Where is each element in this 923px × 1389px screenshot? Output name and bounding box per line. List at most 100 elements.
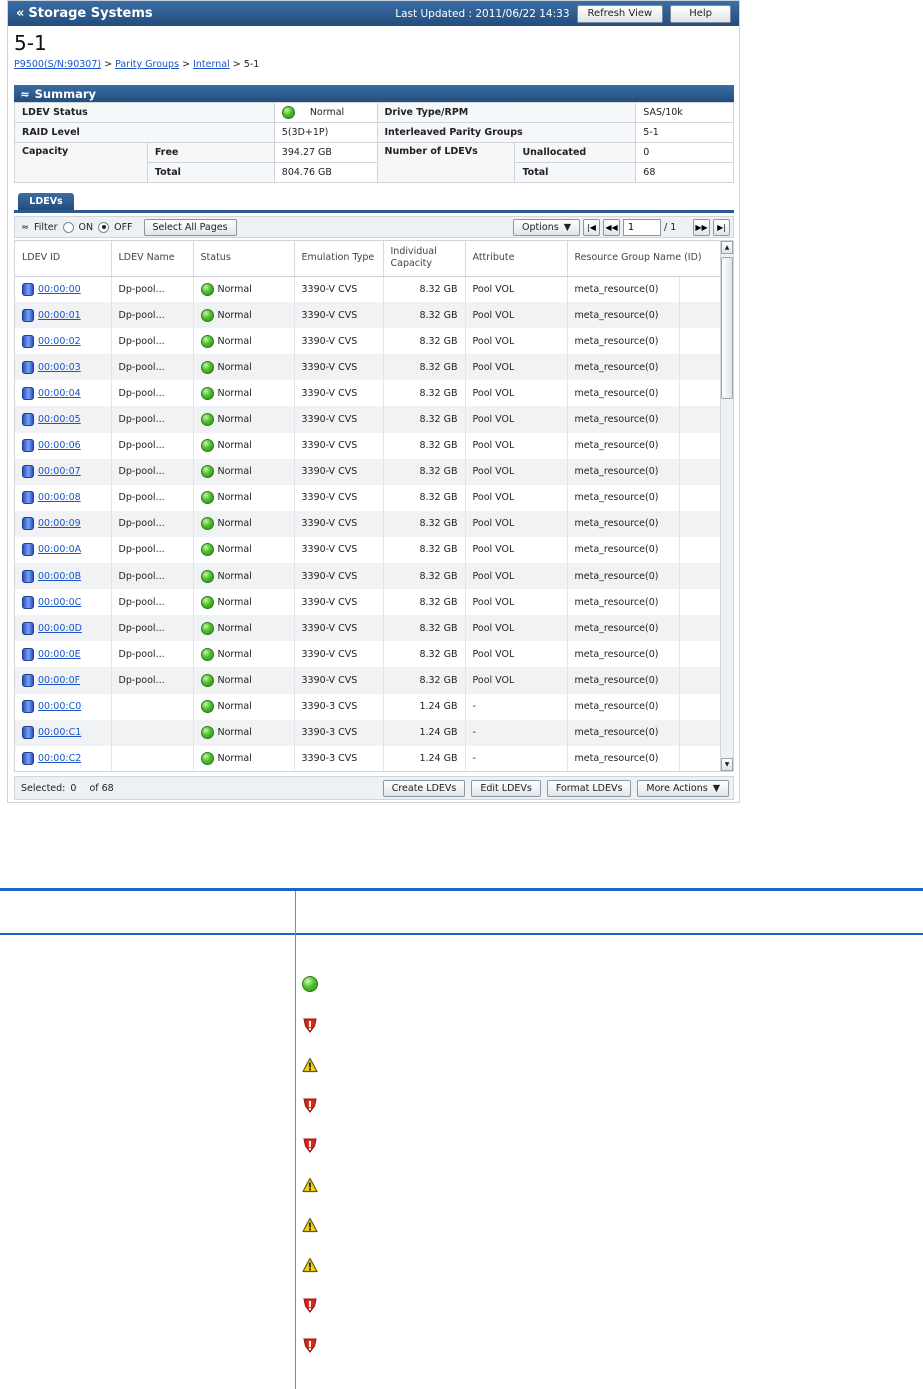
filter-toggle-icon[interactable]: ≈ — [21, 222, 29, 233]
table-row[interactable]: 00:00:0B Dp-pool... Normal 3390-V CVS 8.32 G… — [15, 563, 722, 590]
table-row[interactable]: 00:00:0D Dp-pool... Normal 3390-V CVS 8.32 G… — [15, 615, 722, 642]
more-actions-button[interactable]: More Actions ▼ — [637, 779, 729, 797]
edit-ldevs-button[interactable]: Edit LDEVs — [471, 779, 541, 797]
status-icon-table — [0, 888, 923, 1389]
storage-systems-link[interactable]: « Storage Systems — [16, 6, 153, 21]
ldev-id-link[interactable]: 00:00:0C — [38, 597, 81, 608]
previous-page-icon[interactable]: ◀◀ — [603, 218, 620, 236]
column-header-attribute[interactable]: Attribute — [465, 241, 568, 277]
ldev-id-link[interactable]: 00:00:08 — [38, 492, 81, 503]
storage-navigator-window: « Storage Systems Last Updated : 2011/06… — [7, 0, 740, 803]
ldev-id-link[interactable]: 00:00:04 — [38, 388, 81, 399]
breadcrumb-parity-groups-link[interactable]: Parity Groups — [115, 59, 179, 70]
last-page-icon[interactable]: ▶| — [713, 218, 730, 236]
summary-header[interactable]: ≈ Summary — [14, 85, 734, 102]
scroll-up-icon[interactable]: ▲ — [721, 241, 733, 254]
ldev-id-link[interactable]: 00:00:00 — [38, 284, 81, 295]
create-ldevs-button[interactable]: Create LDEVs — [382, 779, 466, 797]
column-header-status[interactable]: Status — [193, 241, 295, 277]
table-row[interactable]: 00:00:00 Dp-pool... Normal 3390-V CVS 8.32 G… — [15, 276, 722, 303]
options-dropdown[interactable]: Options ▼ — [513, 218, 580, 236]
status-text: Normal — [217, 753, 252, 765]
ldev-id-link[interactable]: 00:00:C0 — [38, 701, 81, 712]
format-ldevs-button[interactable]: Format LDEVs — [546, 779, 632, 797]
ldev-id-link[interactable]: 00:00:09 — [38, 518, 81, 529]
refresh-view-button[interactable]: Refresh View — [576, 4, 664, 23]
ldev-name-cell: Dp-pool... — [111, 432, 194, 459]
capacity-cell: 8.32 GB — [383, 432, 466, 459]
empty-cell — [679, 745, 722, 771]
table-row[interactable]: 00:00:09 Dp-pool... Normal 3390-V CVS 8.32 G… — [15, 510, 722, 537]
column-header-resource-group[interactable]: Resource Group Name (ID) — [567, 241, 722, 277]
normal-status-icon — [200, 569, 214, 583]
capacity-cell: 8.32 GB — [383, 589, 466, 616]
status-cell: Normal — [193, 484, 295, 511]
vertical-scrollbar[interactable]: ▲ ▼ — [720, 241, 733, 771]
ldev-name-cell: Dp-pool... — [111, 510, 194, 537]
status-cell: Normal — [193, 380, 295, 407]
emulation-cell: 3390-V CVS — [294, 354, 384, 381]
empty-cell — [679, 536, 722, 564]
select-all-pages-button[interactable]: Select All Pages — [143, 218, 237, 236]
column-header-emulation-type[interactable]: Emulation Type — [294, 241, 384, 277]
ldev-id-link[interactable]: 00:00:0A — [38, 544, 81, 555]
filter-off-radio[interactable] — [98, 221, 110, 233]
capacity-cell: 8.32 GB — [383, 641, 466, 668]
ldev-id-link[interactable]: 00:00:05 — [38, 414, 81, 425]
ldev-id-link[interactable]: 00:00:0B — [38, 571, 81, 582]
table-row[interactable]: 00:00:0F Dp-pool... Normal 3390-V CVS 8.32 G… — [15, 667, 722, 694]
ldev-id-link[interactable]: 00:00:0D — [38, 623, 82, 634]
page-number-input[interactable] — [623, 218, 661, 236]
table-row[interactable]: 00:00:0A Dp-pool... Normal 3390-V CVS 8.32 G… — [15, 536, 722, 564]
ldev-id-link[interactable]: 00:00:0E — [38, 649, 81, 660]
table-row[interactable]: 00:00:06 Dp-pool... Normal 3390-V CVS 8.32 G… — [15, 432, 722, 459]
attribute-cell: Pool VOL — [465, 354, 568, 381]
status-text: Normal — [217, 466, 252, 478]
table-row[interactable]: 00:00:C1 Normal 3390-3 CVS 1.24 GB - meta_res… — [15, 719, 722, 746]
first-page-icon[interactable]: |◀ — [583, 218, 600, 236]
table-row[interactable]: 00:00:0C Dp-pool... Normal 3390-V CVS 8.32 G… — [15, 589, 722, 616]
table-row[interactable]: 00:00:02 Dp-pool... Normal 3390-V CVS 8.32 G… — [15, 328, 722, 355]
breadcrumb: P9500(S/N:90307) > Parity Groups > Inter… — [14, 59, 259, 70]
ldev-id-link[interactable]: 00:00:06 — [38, 440, 81, 451]
status-cell: Normal — [193, 719, 295, 746]
table-row[interactable]: 00:00:04 Dp-pool... Normal 3390-V CVS 8.32 G… — [15, 380, 722, 407]
ldev-id-link[interactable]: 00:00:C1 — [38, 727, 81, 738]
ldev-id-cell: 00:00:00 — [15, 276, 112, 303]
table-row[interactable]: 00:00:C2 Normal 3390-3 CVS 1.24 GB - meta_res… — [15, 745, 722, 771]
table-row[interactable]: 00:00:05 Dp-pool... Normal 3390-V CVS 8.32 G… — [15, 406, 722, 433]
empty-cell — [679, 328, 722, 355]
table-row[interactable]: 00:00:07 Dp-pool... Normal 3390-V CVS 8.32 G… — [15, 458, 722, 485]
ldev-id-link[interactable]: 00:00:07 — [38, 466, 81, 477]
table-row[interactable]: 00:00:C0 Normal 3390-3 CVS 1.24 GB - meta_res… — [15, 693, 722, 720]
status-cell: Normal — [193, 641, 295, 668]
unallocated-label: Unallocated — [514, 142, 637, 163]
table-row[interactable]: 00:00:03 Dp-pool... Normal 3390-V CVS 8.32 G… — [15, 354, 722, 381]
collapse-icon: ≈ — [20, 86, 30, 101]
volume-icon — [22, 700, 34, 714]
column-header-ldev-id[interactable]: LDEV ID — [15, 241, 112, 277]
ldev-id-link[interactable]: 00:00:03 — [38, 362, 81, 373]
table-row[interactable]: 00:00:0E Dp-pool... Normal 3390-V CVS 8.32 G… — [15, 641, 722, 668]
ldev-id-link[interactable]: 00:00:01 — [38, 310, 81, 321]
attribute-cell: Pool VOL — [465, 510, 568, 537]
filter-on-radio[interactable] — [62, 221, 74, 233]
table-row[interactable]: 00:00:01 Dp-pool... Normal 3390-V CVS 8.32 G… — [15, 302, 722, 329]
help-button[interactable]: Help — [670, 4, 731, 23]
ldev-id-link[interactable]: 00:00:0F — [38, 675, 80, 686]
unallocated-value: 0 — [635, 142, 734, 163]
column-header-capacity[interactable]: Individual Capacity — [383, 241, 466, 277]
table-row[interactable]: 00:00:08 Dp-pool... Normal 3390-V CVS 8.32 G… — [15, 484, 722, 511]
tab-ldevs[interactable]: LDEVs — [18, 193, 74, 210]
ldev-id-link[interactable]: 00:00:02 — [38, 336, 81, 347]
breadcrumb-storage-link[interactable]: P9500(S/N:90307) — [14, 59, 101, 70]
attribute-cell: Pool VOL — [465, 328, 568, 355]
breadcrumb-internal-link[interactable]: Internal — [193, 59, 230, 70]
column-header-ldev-name[interactable]: LDEV Name — [111, 241, 194, 277]
scroll-down-icon[interactable]: ▼ — [721, 758, 733, 771]
next-page-icon[interactable]: ▶▶ — [693, 218, 710, 236]
normal-status-icon — [200, 543, 214, 557]
more-actions-label: More Actions — [646, 782, 708, 794]
ldev-id-link[interactable]: 00:00:C2 — [38, 753, 81, 764]
scroll-thumb[interactable] — [721, 257, 733, 399]
